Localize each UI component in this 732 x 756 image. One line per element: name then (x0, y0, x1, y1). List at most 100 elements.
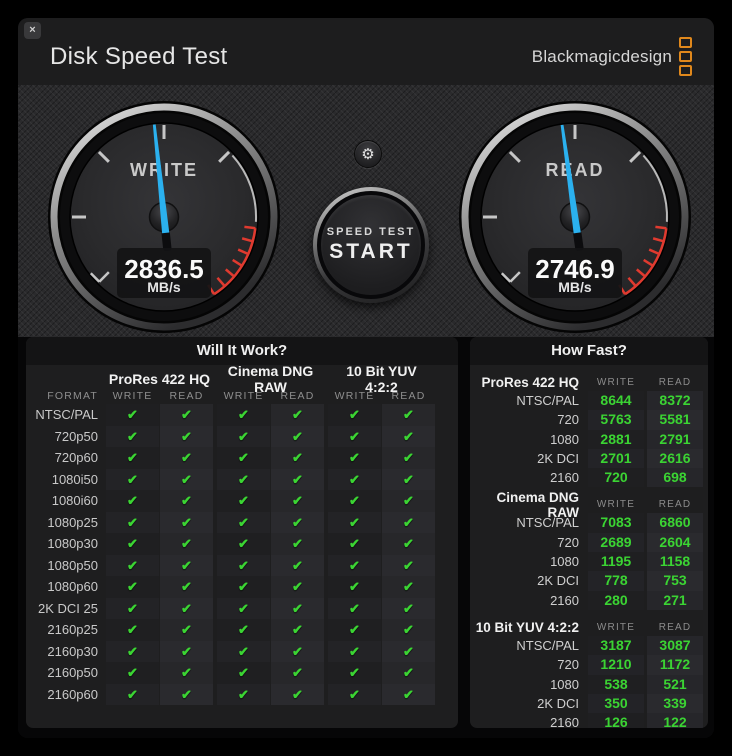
checkmark-icon: ✔ (181, 536, 192, 551)
how-fast-group: Cinema DNG RAW WRITE READ NTSC/PAL 7083 6860 7… (470, 490, 708, 610)
write-speed-cell: 5763 (588, 410, 644, 430)
format-label: 1080 (550, 554, 579, 570)
check-cell: ✔ (160, 425, 213, 447)
check-group: ✔ ✔ (217, 468, 324, 490)
read-gauge: READ 2746.9 MB/s (459, 101, 691, 333)
check-group: ✔ ✔ (106, 468, 213, 490)
checkmark-icon: ✔ (127, 600, 138, 616)
format-label: 1080p50 (47, 557, 98, 573)
checkmark-icon: ✔ (238, 643, 249, 659)
table-row: 1080 538 521 (470, 674, 708, 694)
check-group: ✔ ✔ (217, 662, 324, 684)
check-cell: ✔ (328, 640, 381, 662)
check-cell: ✔ (217, 619, 270, 641)
format-column-header: FORMAT (47, 389, 98, 402)
checkmark-icon: ✔ (349, 407, 360, 422)
codec-group-label: ProRes 422 HQ (108, 370, 211, 387)
check-cell: ✔ (217, 533, 270, 555)
check-cell: ✔ (160, 576, 213, 598)
check-cell: ✔ (382, 447, 435, 469)
check-cell: ✔ (106, 683, 159, 705)
check-group: ✔ ✔ (328, 619, 435, 641)
check-cell: ✔ (217, 640, 270, 662)
brand-name: Blackmagicdesign (531, 46, 672, 66)
check-cell: ✔ (106, 597, 159, 619)
check-group: ✔ ✔ (328, 640, 435, 662)
check-group: ✔ ✔ (106, 425, 213, 447)
check-group: ✔ ✔ (328, 662, 435, 684)
check-cell: ✔ (160, 533, 213, 555)
gear-icon: ⚙ (361, 146, 375, 163)
table-row: 1080p60 ✔ ✔ ✔ ✔ ✔ ✔ (26, 576, 458, 598)
checkmark-icon: ✔ (238, 407, 249, 422)
table-row: 2160 720 698 (470, 468, 708, 488)
format-label: 720p50 (54, 428, 98, 444)
check-cell: ✔ (382, 576, 435, 598)
check-cell: ✔ (328, 511, 381, 533)
write-speed-cell: 778 (588, 571, 644, 591)
table-row: 720p60 ✔ ✔ ✔ ✔ ✔ ✔ (26, 447, 458, 469)
checkmark-icon: ✔ (349, 471, 360, 487)
write-gauge: WRITE 2836.5 MB/s (48, 101, 280, 333)
checkmark-icon: ✔ (349, 428, 360, 444)
check-cell: ✔ (106, 576, 159, 598)
check-cell: ✔ (217, 662, 270, 684)
check-group: ✔ ✔ (106, 404, 213, 426)
read-speed-cell: 122 (647, 713, 703, 728)
check-cell: ✔ (271, 576, 324, 598)
check-cell: ✔ (328, 468, 381, 490)
check-cell: ✔ (382, 597, 435, 619)
check-group: ✔ ✔ (106, 490, 213, 512)
check-group: ✔ ✔ (217, 490, 324, 512)
checkmark-icon: ✔ (349, 557, 360, 573)
checkmark-icon: ✔ (403, 643, 414, 659)
close-button[interactable]: × (24, 22, 41, 39)
read-column-header: READ (280, 389, 315, 402)
checkmark-icon: ✔ (349, 643, 360, 659)
table-row: 720 2689 2604 (470, 532, 708, 553)
will-it-work-panel: Will It Work? ProRes 422 HQ Cinema DNG R… (26, 337, 458, 728)
checkmark-icon: ✔ (349, 665, 360, 680)
brand-squares-icon (679, 37, 692, 76)
read-speed-cell: 698 (647, 468, 703, 488)
speed-column-header: WRITE (596, 499, 636, 511)
checkmark-icon: ✔ (403, 600, 414, 616)
check-cell: ✔ (160, 597, 213, 619)
check-group: ✔ ✔ (106, 640, 213, 662)
table-row: 2K DCI 778 753 (470, 571, 708, 591)
checkmark-icon: ✔ (238, 536, 249, 551)
check-cell: ✔ (160, 662, 213, 684)
check-cell: ✔ (106, 533, 159, 555)
how-fast-group-header: ProRes 422 HQ WRITE READ (470, 374, 708, 391)
check-group: ✔ ✔ (217, 425, 324, 447)
check-cell: ✔ (160, 468, 213, 490)
check-cell: ✔ (217, 554, 270, 576)
checkmark-icon: ✔ (403, 450, 414, 465)
checkmark-icon: ✔ (238, 428, 249, 444)
format-label: 1080i60 (51, 493, 98, 508)
format-label: 2K DCI (537, 695, 579, 711)
checkmark-icon: ✔ (292, 557, 303, 573)
table-row: NTSC/PAL ✔ ✔ ✔ ✔ ✔ ✔ (26, 404, 458, 426)
check-cell: ✔ (217, 425, 270, 447)
format-label: 1080 (550, 676, 579, 692)
check-cell: ✔ (106, 662, 159, 684)
start-button[interactable]: SPEED TEST START (313, 187, 429, 303)
checkmark-icon: ✔ (127, 493, 138, 508)
format-label: 2K DCI (537, 573, 579, 589)
settings-button[interactable]: ⚙ (354, 140, 382, 168)
checkmark-icon: ✔ (238, 493, 249, 508)
speed-column-header: WRITE (596, 377, 636, 388)
check-group: ✔ ✔ (328, 576, 435, 598)
format-label: 2160 (550, 470, 579, 486)
checkmark-icon: ✔ (238, 514, 249, 530)
format-label: 2160p50 (47, 665, 98, 680)
read-speed-cell: 521 (647, 674, 703, 694)
checkmark-icon: ✔ (292, 643, 303, 659)
write-speed-cell: 3187 (588, 635, 644, 656)
check-group: ✔ ✔ (217, 619, 324, 641)
format-label: 2K DCI 25 (38, 600, 98, 616)
table-row: 2K DCI 2701 2616 (470, 448, 708, 469)
write-speed-cell: 1210 (588, 655, 644, 675)
check-cell: ✔ (328, 597, 381, 619)
